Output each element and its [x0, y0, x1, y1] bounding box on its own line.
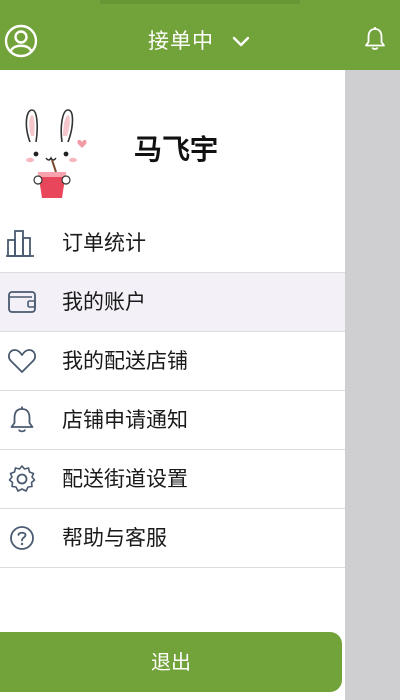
drawer-menu: 订单统计 我的账户 我的配送店铺 店铺申请通知 配送街道设置 帮助与客服 [0, 214, 345, 568]
menu-item-label: 配送街道设置 [62, 467, 188, 491]
bunny-avatar-icon [25, 109, 87, 198]
menu-item-order-stats[interactable]: 订单统计 [0, 214, 345, 273]
user-circle-icon [4, 24, 38, 58]
chevron-down-icon [232, 36, 250, 47]
menu-item-my-stores[interactable]: 我的配送店铺 [0, 332, 345, 391]
top-bar: 接单中 [0, 0, 400, 70]
menu-item-my-account[interactable]: 我的账户 [0, 273, 345, 332]
status-bar-remnant [100, 0, 300, 4]
menu-item-label: 订单统计 [62, 231, 146, 255]
logout-button[interactable]: 退出 [0, 632, 342, 692]
bell-icon [365, 27, 385, 50]
status-dropdown-button[interactable] [232, 34, 250, 48]
user-profile-button[interactable] [4, 24, 38, 58]
notification-button[interactable] [364, 26, 386, 52]
avatar [16, 106, 96, 200]
menu-item-store-application-notice[interactable]: 店铺申请通知 [0, 391, 345, 450]
menu-item-label: 帮助与客服 [62, 526, 167, 550]
menu-item-label: 店铺申请通知 [62, 408, 188, 432]
wallet-icon [8, 291, 36, 313]
drawer-scrim[interactable] [345, 70, 400, 700]
side-drawer: 马飞宇 订单统计 我的账户 我的配送店铺 店铺申请通知 配送街道设置 帮助与客服 [0, 70, 345, 700]
heart-icon [8, 349, 36, 373]
menu-item-label: 我的配送店铺 [62, 349, 188, 373]
user-name: 马飞宇 [134, 133, 219, 166]
menu-item-delivery-street-settings[interactable]: 配送街道设置 [0, 450, 345, 509]
bell-icon [10, 406, 34, 433]
work-status-title[interactable]: 接单中 [148, 26, 214, 56]
bar-chart-icon [6, 230, 34, 257]
menu-item-label: 我的账户 [62, 290, 146, 314]
menu-item-help-support[interactable]: 帮助与客服 [0, 509, 345, 568]
question-circle-icon [10, 526, 34, 550]
gear-icon [8, 465, 36, 492]
